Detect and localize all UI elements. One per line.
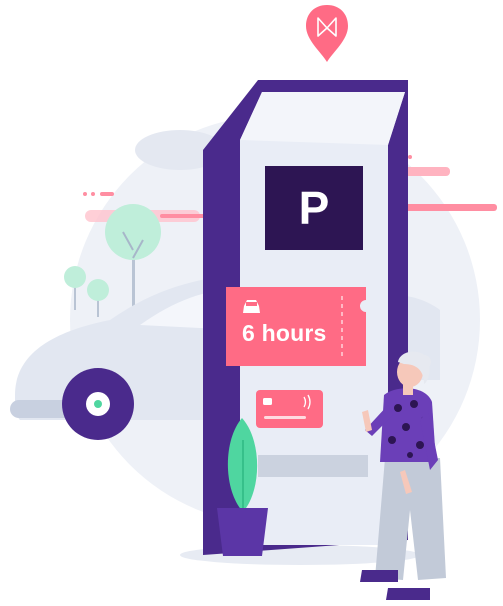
chip-icon [263,398,272,405]
location-pin [306,5,348,62]
parking-illustration [10,5,497,600]
ticket-duration-label: 6 hours [242,320,327,346]
kiosk-slot [258,455,368,477]
payment-card [256,390,323,428]
parking-sign-letter: P [298,182,330,234]
